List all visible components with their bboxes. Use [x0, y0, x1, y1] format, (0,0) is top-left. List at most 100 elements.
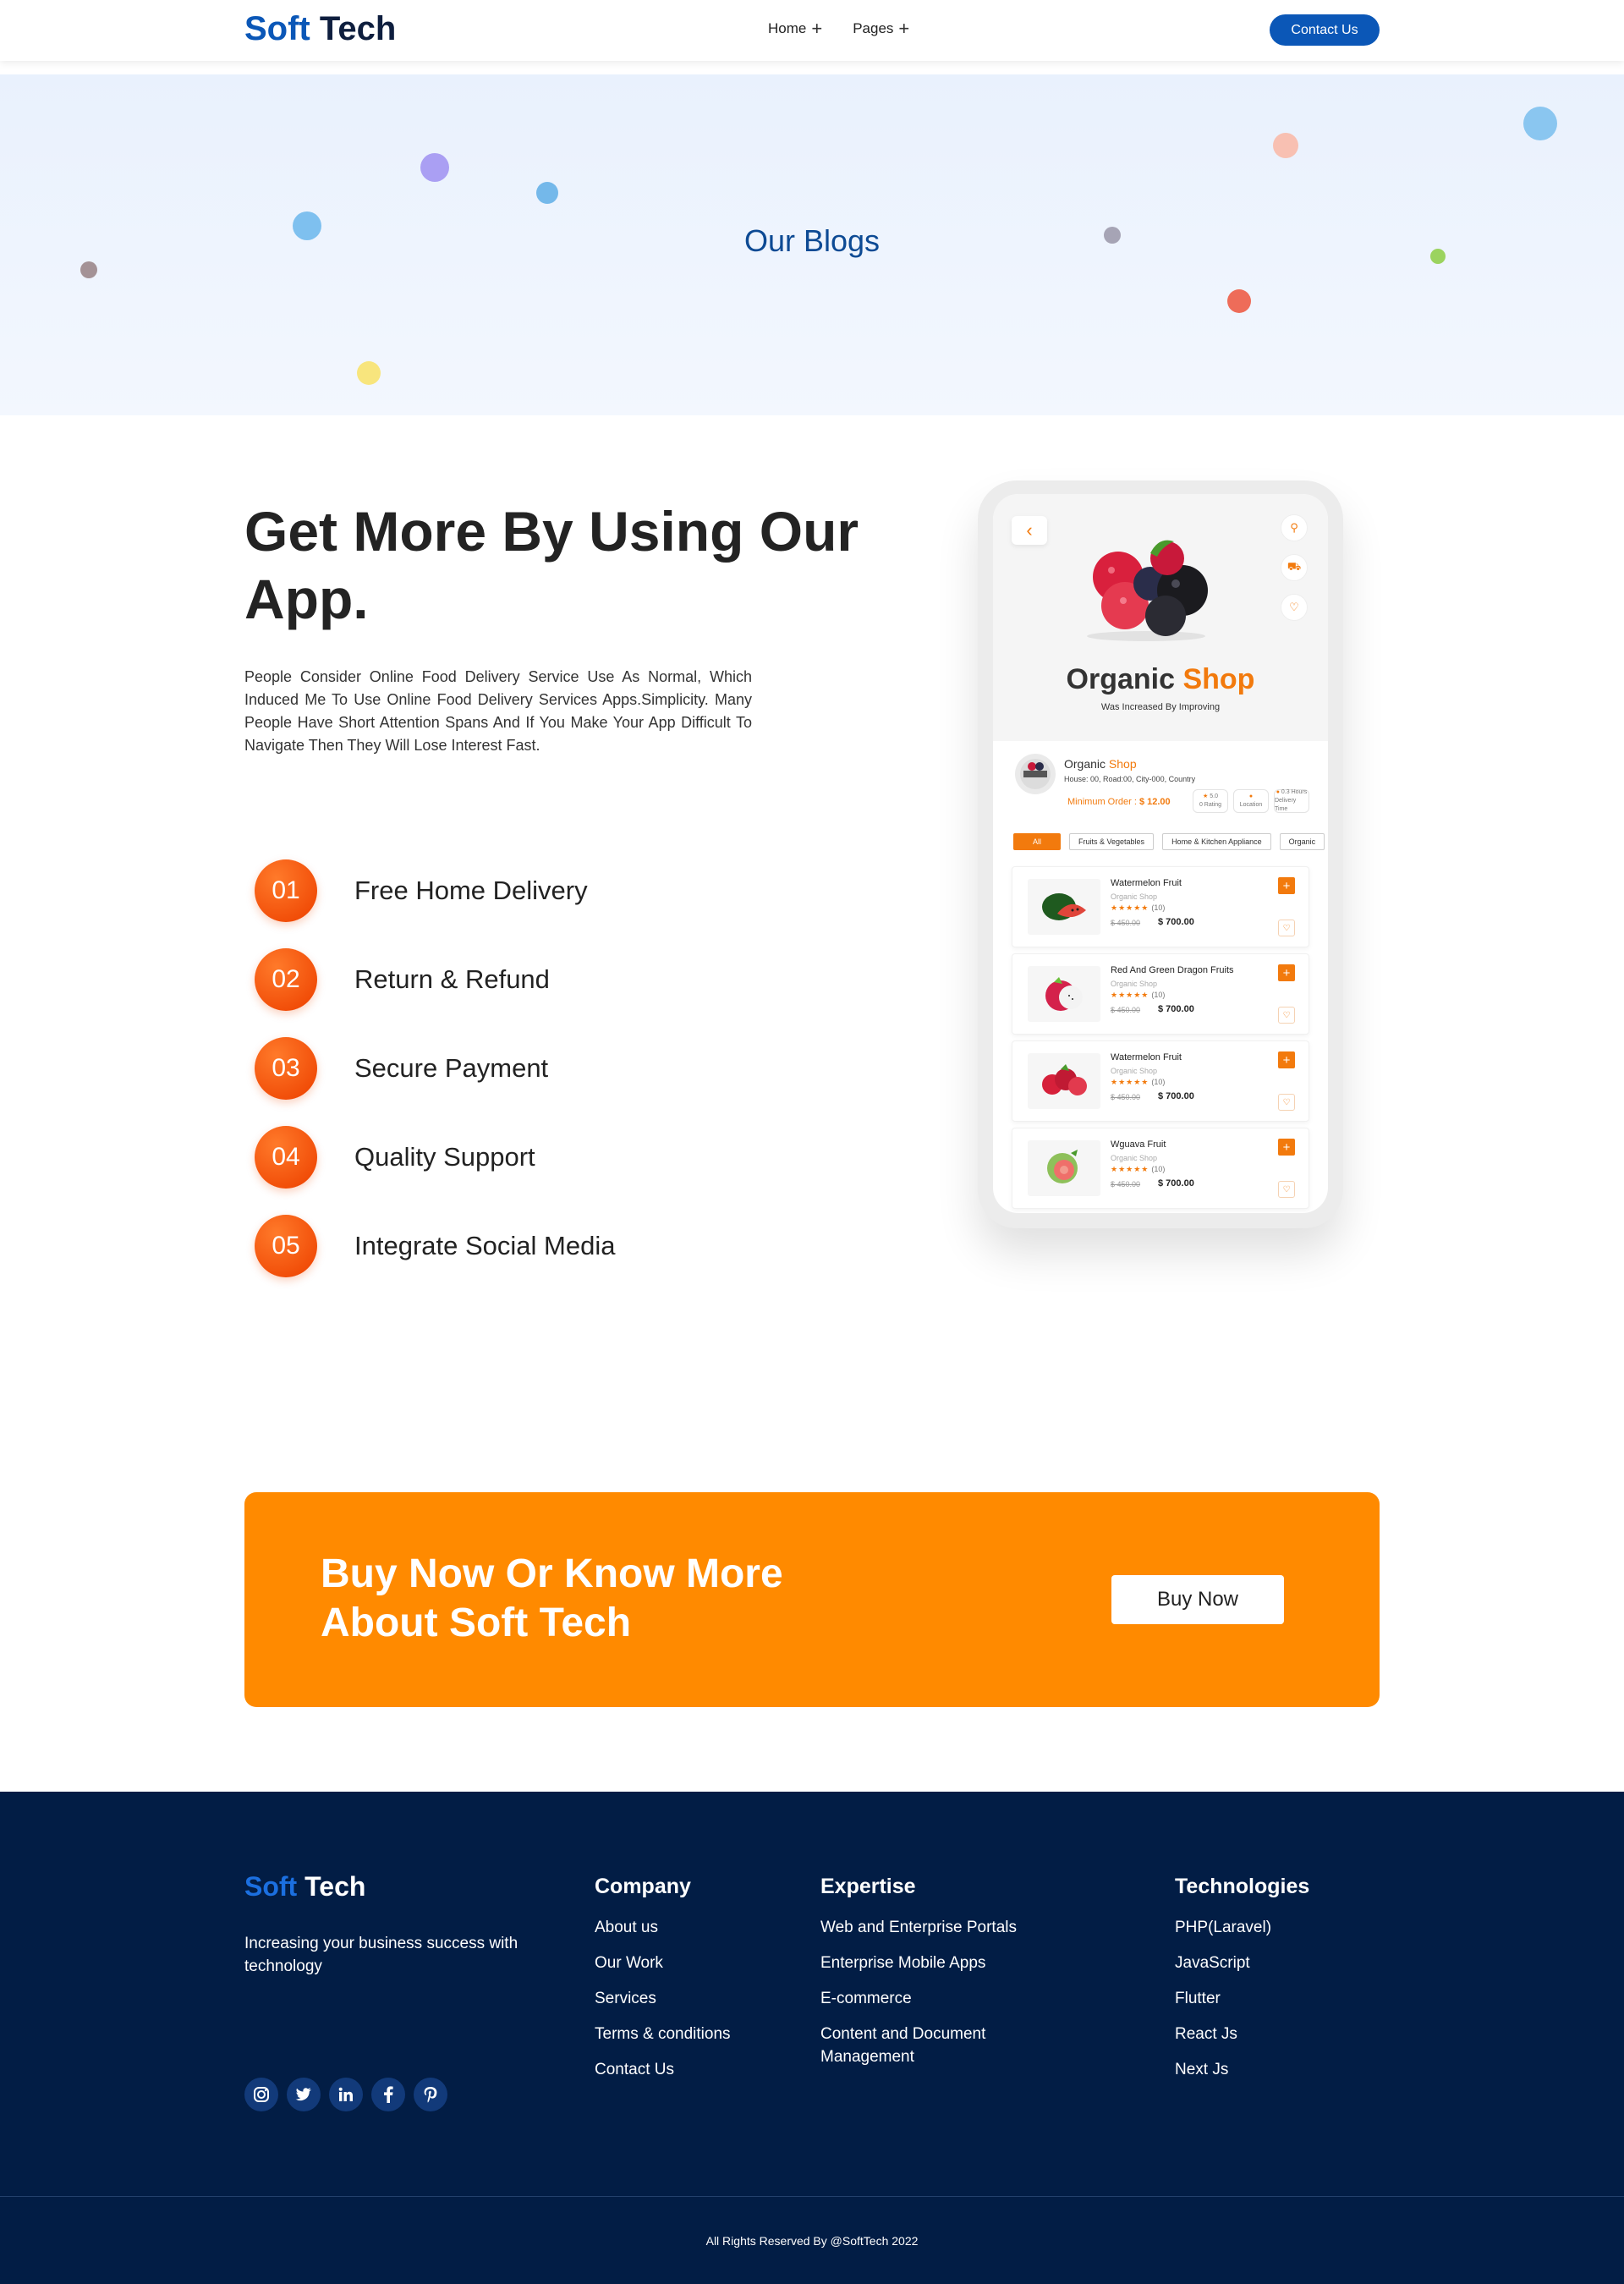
footer-link-ecommerce[interactable]: E-commerce — [820, 1987, 1040, 2010]
product-price: $ 700.00 — [1158, 1178, 1194, 1189]
page-title: Our Blogs — [743, 223, 881, 258]
footer-link-javascript[interactable]: JavaScript — [1175, 1952, 1309, 1974]
footer-link-flutter[interactable]: Flutter — [1175, 1987, 1309, 2010]
decorative-dot — [80, 261, 97, 278]
favorite-icon[interactable]: ♡ — [1278, 920, 1295, 936]
search-icon[interactable]: ⚲ — [1281, 514, 1308, 541]
product-shop: Organic Shop — [1111, 980, 1158, 988]
footer-link-about[interactable]: About us — [595, 1916, 731, 1939]
category-tab-all[interactable]: All — [1013, 833, 1062, 850]
footer-link-react[interactable]: React Js — [1175, 2023, 1309, 2045]
footer-link-mobile-apps[interactable]: Enterprise Mobile Apps — [820, 1952, 1040, 1974]
logo[interactable]: Soft Tech — [244, 10, 396, 48]
feature-label: Secure Payment — [354, 1052, 549, 1083]
facebook-icon[interactable] — [371, 2078, 405, 2111]
feature-item: 05 Integrate Social Media — [255, 1201, 615, 1290]
favorite-icon[interactable]: ♡ — [1278, 1094, 1295, 1111]
footer-column-title: Expertise — [820, 1875, 916, 1898]
berry-mix-image — [1028, 1053, 1100, 1109]
product-card[interactable]: Red And Green Dragon Fruits Organic Shop… — [1012, 953, 1309, 1035]
product-card[interactable]: Watermelon Fruit Organic Shop ★★★★★ (10) … — [1012, 866, 1309, 947]
nav-home[interactable]: Home + — [768, 19, 822, 38]
product-old-price: $ 450.00 — [1111, 919, 1141, 927]
site-footer: Soft Tech Increasing your business succe… — [0, 1792, 1624, 2284]
store-info: Organic Shop House: 00, Road:00, City-00… — [1015, 754, 1320, 813]
site-header: Soft Tech Home + Pages + Contact Us — [0, 0, 1624, 61]
product-name: Red And Green Dragon Fruits — [1111, 965, 1234, 975]
footer-link-contact[interactable]: Contact Us — [595, 2058, 731, 2081]
favorite-icon[interactable]: ♡ — [1278, 1007, 1295, 1024]
clock-icon: ● — [1276, 789, 1280, 795]
category-tabs: All Fruits & Vegetables Home & Kitchen A… — [1013, 833, 1325, 850]
category-tab-home-kitchen[interactable]: Home & Kitchen Appliance — [1162, 833, 1271, 850]
product-rating: ★★★★★ (10) — [1111, 1165, 1166, 1173]
rating-stat: ★ 5.0 0 Rating — [1193, 789, 1228, 813]
feature-label: Quality Support — [354, 1141, 535, 1172]
watermelon-image — [1028, 879, 1100, 935]
favorite-icon[interactable]: ♡ — [1278, 1181, 1295, 1198]
footer-link-services[interactable]: Services — [595, 1987, 731, 2010]
decorative-dot — [1273, 133, 1298, 158]
product-name: Watermelon Fruit — [1111, 878, 1182, 888]
linkedin-icon[interactable] — [329, 2078, 363, 2111]
decorative-dot — [357, 361, 381, 385]
store-logo-icon — [1020, 759, 1051, 789]
feature-number: 02 — [255, 947, 317, 1011]
footer-link-next[interactable]: Next Js — [1175, 2058, 1309, 2081]
cta-banner: Buy Now Or Know More About Soft Tech Buy… — [244, 1492, 1380, 1707]
app-section-title: Get More By Using Our App. — [244, 500, 859, 630]
category-tab-fruits[interactable]: Fruits & Vegetables — [1069, 833, 1155, 850]
star-icon: ★ — [1203, 793, 1209, 799]
instagram-icon[interactable] — [244, 2078, 278, 2111]
app-section-description: People Consider Online Food Delivery Ser… — [244, 668, 752, 754]
feature-number: 03 — [255, 1036, 317, 1100]
phone-mockup: ‹ ⚲ ⛟ ♡ Organic Shop Was Increased By Im… — [978, 480, 1343, 1228]
product-card[interactable]: Watermelon Fruit Organic Shop ★★★★★ (10) … — [1012, 1040, 1309, 1122]
buy-now-button[interactable]: Buy Now — [1111, 1575, 1284, 1624]
feature-label: Return & Refund — [354, 964, 550, 994]
footer-link-terms[interactable]: Terms & conditions — [595, 2023, 731, 2045]
location-pin-icon: ● — [1248, 793, 1254, 799]
feature-item: 02 Return & Refund — [255, 935, 615, 1024]
phone-screen: ‹ ⚲ ⛟ ♡ Organic Shop Was Increased By Im… — [993, 494, 1328, 1213]
decorative-dot — [1227, 289, 1251, 313]
product-card[interactable]: Wguava Fruit Organic Shop ★★★★★ (10) $ 45… — [1012, 1128, 1309, 1209]
footer-link-our-work[interactable]: Our Work — [595, 1952, 731, 1974]
footer-column-company: Company About us Our Work Services Terms… — [595, 1875, 731, 2094]
feature-item: 03 Secure Payment — [255, 1024, 615, 1112]
twitter-icon[interactable] — [287, 2078, 321, 2111]
add-to-cart-icon[interactable]: + — [1278, 964, 1295, 981]
product-price: $ 700.00 — [1158, 1091, 1194, 1101]
add-to-cart-icon[interactable]: + — [1278, 1051, 1295, 1068]
copyright-text: All Rights Reserved By @SoftTech 2022 — [705, 2234, 919, 2248]
shop-subtitle: Was Increased By Improving — [1100, 702, 1221, 712]
cart-icon[interactable]: ⛟ — [1281, 554, 1308, 581]
guava-image — [1028, 1140, 1100, 1196]
footer-link-content-management[interactable]: Content and Document Management — [820, 2023, 1040, 2068]
store-logo — [1015, 754, 1056, 794]
product-rating: ★★★★★ (10) — [1111, 903, 1166, 912]
add-to-cart-icon[interactable]: + — [1278, 1139, 1295, 1156]
store-name: Organic Shop — [1064, 757, 1137, 771]
footer-column-title: Company — [595, 1875, 691, 1898]
add-to-cart-icon[interactable]: + — [1278, 877, 1295, 894]
feature-label: Integrate Social Media — [354, 1230, 616, 1260]
feature-item: 01 Free Home Delivery — [255, 846, 615, 935]
footer-link-php[interactable]: PHP(Laravel) — [1175, 1916, 1309, 1939]
back-arrow-icon[interactable]: ‹ — [1012, 516, 1047, 545]
pinterest-icon[interactable] — [414, 2078, 447, 2111]
category-tab-organic[interactable]: Organic — [1279, 833, 1325, 850]
store-stats: ★ 5.0 0 Rating ● Location ● 0.3 Hours De… — [1193, 789, 1309, 813]
product-price: $ 700.00 — [1158, 917, 1194, 927]
contact-us-button[interactable]: Contact Us — [1270, 14, 1380, 46]
product-old-price: $ 450.00 — [1111, 1093, 1141, 1101]
location-stat[interactable]: ● Location — [1233, 789, 1269, 813]
feature-number: 05 — [255, 1214, 317, 1277]
footer-link-web-portals[interactable]: Web and Enterprise Portals — [820, 1916, 1040, 1939]
footer-column-expertise: Expertise Web and Enterprise Portals Ent… — [820, 1875, 1040, 2081]
heart-icon[interactable]: ♡ — [1281, 594, 1308, 621]
footer-logo[interactable]: Soft Tech — [244, 1871, 365, 1902]
product-list: Watermelon Fruit Organic Shop ★★★★★ (10) … — [1012, 866, 1309, 1213]
nav-pages[interactable]: Pages + — [853, 19, 909, 38]
social-links — [244, 2078, 447, 2111]
